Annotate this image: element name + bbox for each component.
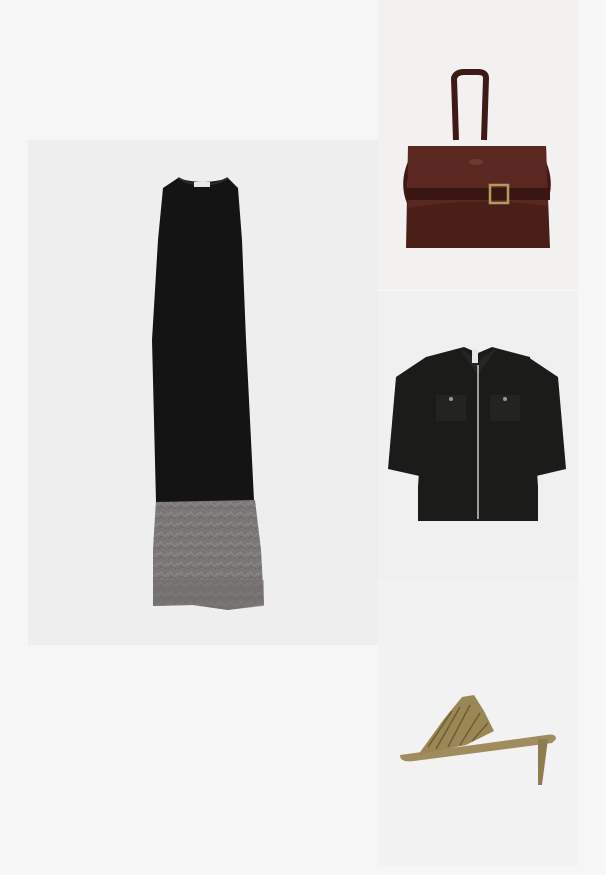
bag-image bbox=[403, 69, 551, 248]
product-tile-dress[interactable] bbox=[28, 140, 378, 645]
shoe-image bbox=[400, 695, 556, 785]
product-tile-shoe[interactable] bbox=[378, 579, 578, 867]
dress-label bbox=[194, 182, 210, 187]
product-tile-bag[interactable] bbox=[378, 0, 578, 289]
shirt-image bbox=[388, 347, 566, 521]
dress-image bbox=[152, 177, 264, 610]
product-tile-shirt[interactable] bbox=[378, 291, 578, 579]
